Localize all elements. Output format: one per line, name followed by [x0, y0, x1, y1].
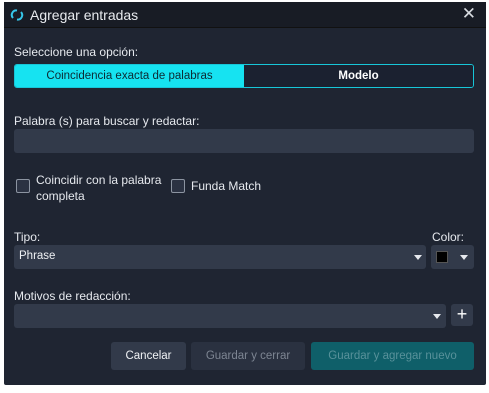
chevron-down-icon [460, 255, 468, 260]
chevron-down-icon [414, 255, 422, 260]
add-reason-button[interactable]: + [451, 304, 473, 326]
save-and-add-new-button[interactable]: Guardar y agregar nuevo [311, 342, 474, 370]
type-select-value: Phrase [19, 250, 56, 262]
search-label: Palabra (s) para buscar y redactar: [14, 114, 200, 128]
color-picker[interactable] [431, 245, 474, 269]
close-icon[interactable]: ✕ [462, 5, 476, 23]
app-logo-icon [10, 9, 24, 21]
dialog-title: Agregar entradas [30, 7, 139, 23]
save-and-close-button[interactable]: Guardar y cerrar [191, 342, 305, 370]
type-label: Tipo: [14, 230, 41, 244]
color-label: Color: [432, 230, 465, 244]
whole-word-checkbox[interactable] [16, 179, 30, 193]
chevron-down-icon [433, 314, 441, 319]
type-select[interactable]: Phrase [14, 245, 426, 269]
cancel-button[interactable]: Cancelar [111, 342, 186, 370]
option-label: Seleccione una opción: [14, 45, 139, 59]
color-swatch [436, 251, 448, 263]
title-bar: Agregar entradas ✕ [4, 2, 486, 28]
match-case-label: Funda Match [191, 179, 262, 193]
whole-word-label-line2: completa [36, 189, 85, 203]
option-toggle: Coincidencia exacta de palabras Modelo [14, 64, 474, 88]
add-entries-dialog: Agregar entradas ✕ Seleccione una opción… [4, 2, 486, 385]
reasons-select[interactable] [14, 304, 446, 328]
match-case-checkbox[interactable] [171, 179, 185, 193]
reasons-label: Motivos de redacción: [14, 289, 131, 303]
exact-match-tab[interactable]: Coincidencia exacta de palabras [15, 65, 244, 87]
search-input[interactable] [14, 129, 474, 153]
pattern-tab[interactable]: Modelo [244, 65, 473, 87]
